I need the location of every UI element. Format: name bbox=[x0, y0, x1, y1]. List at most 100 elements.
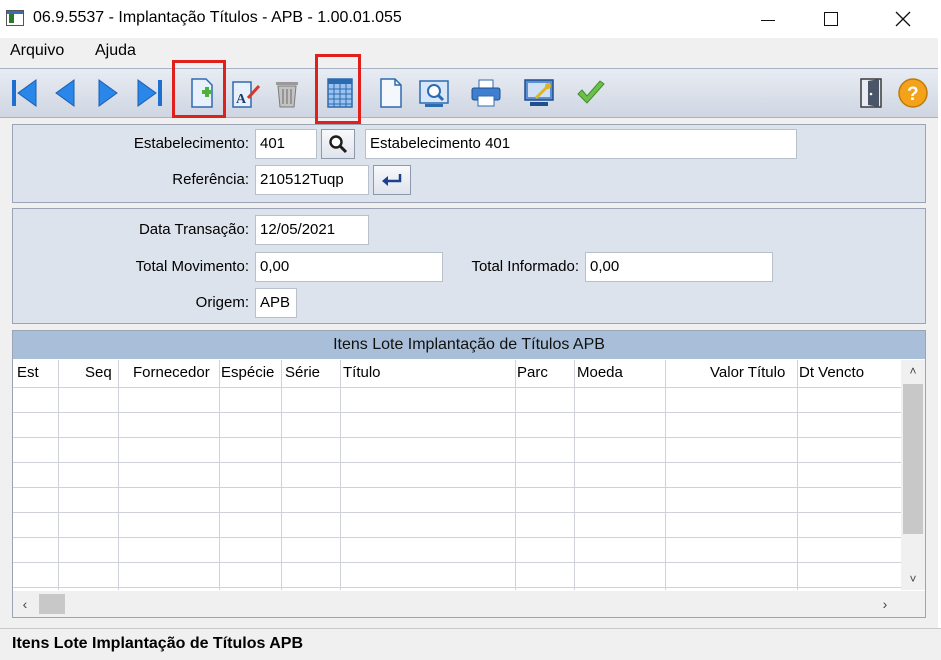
exit-button[interactable] bbox=[852, 74, 890, 112]
status-bar: Itens Lote Implantação de Títulos APB bbox=[0, 628, 941, 660]
maximize-button[interactable] bbox=[803, 0, 859, 38]
last-icon bbox=[137, 79, 162, 107]
window-title: 06.9.5537 - Implantação Títulos - APB - … bbox=[33, 9, 402, 26]
column-header-dt-vencto[interactable]: Dt Vencto bbox=[799, 364, 864, 381]
previous-record-button[interactable] bbox=[46, 74, 84, 112]
column-header-especie[interactable]: Espécie bbox=[221, 364, 274, 381]
estabelecimento-description: Estabelecimento 401 bbox=[365, 129, 797, 159]
column-divider bbox=[118, 360, 119, 590]
new-document-button[interactable] bbox=[372, 74, 410, 112]
column-header-valor-titulo[interactable]: Valor Título bbox=[710, 364, 785, 381]
transaction-panel: Data Transação: 12/05/2021 Total Movimen… bbox=[12, 208, 926, 324]
column-divider bbox=[58, 360, 59, 590]
edit-icon: A bbox=[232, 81, 261, 108]
exit-door-icon bbox=[860, 78, 882, 108]
help-button[interactable]: ? bbox=[894, 74, 932, 112]
row-divider bbox=[13, 437, 901, 438]
origem-label: Origem: bbox=[195, 294, 249, 311]
help-icon: ? bbox=[898, 78, 928, 108]
maximize-icon bbox=[824, 12, 838, 26]
horizontal-scrollbar[interactable]: ‹ › bbox=[13, 591, 925, 617]
vertical-scrollbar[interactable]: ˄ ˅ bbox=[901, 360, 925, 590]
data-transacao-label: Data Transação: bbox=[138, 221, 249, 238]
column-header-parc[interactable]: Parc bbox=[517, 364, 548, 381]
enter-button[interactable] bbox=[373, 165, 411, 195]
search-button[interactable] bbox=[321, 129, 355, 159]
printer-icon bbox=[471, 79, 501, 107]
column-header-serie[interactable]: Série bbox=[285, 364, 320, 381]
column-divider bbox=[515, 360, 516, 590]
preview-button[interactable] bbox=[415, 74, 453, 112]
row-divider bbox=[13, 462, 901, 463]
row-divider bbox=[13, 587, 901, 588]
total-informado-input[interactable]: 0,00 bbox=[585, 252, 773, 282]
row-divider bbox=[13, 387, 901, 388]
column-header-fornecedor[interactable]: Fornecedor bbox=[133, 364, 210, 381]
referencia-label: Referência: bbox=[172, 171, 249, 188]
highlight-grid-view bbox=[315, 54, 361, 124]
search-icon bbox=[329, 135, 348, 154]
svg-text:A: A bbox=[236, 92, 247, 107]
minimize-button[interactable] bbox=[740, 0, 796, 38]
column-divider bbox=[665, 360, 666, 590]
total-movimento-label: Total Movimento: bbox=[135, 258, 249, 275]
row-divider bbox=[13, 512, 901, 513]
horizontal-scroll-thumb[interactable] bbox=[39, 594, 65, 614]
header-panel: Estabelecimento: 401 Estabelecimento 401… bbox=[12, 124, 926, 203]
column-divider bbox=[797, 360, 798, 590]
estabelecimento-input[interactable]: 401 bbox=[255, 129, 317, 159]
row-divider bbox=[13, 537, 901, 538]
previous-icon bbox=[55, 79, 75, 107]
row-divider bbox=[13, 412, 901, 413]
referencia-input[interactable]: 210512Tuqp bbox=[255, 165, 369, 195]
grid-caption: Itens Lote Implantação de Títulos APB bbox=[13, 331, 925, 359]
svg-text:?: ? bbox=[907, 84, 919, 105]
origem-input[interactable]: APB bbox=[255, 288, 297, 318]
column-header-titulo[interactable]: Título bbox=[343, 364, 381, 381]
app-window: 06.9.5537 - Implantação Títulos - APB - … bbox=[0, 0, 941, 660]
column-header-est[interactable]: Est bbox=[17, 364, 39, 381]
scroll-left-icon[interactable]: ‹ bbox=[13, 591, 37, 617]
data-transacao-input[interactable]: 12/05/2021 bbox=[255, 215, 369, 245]
computer-key-icon bbox=[524, 79, 554, 106]
edit-record-button[interactable]: A bbox=[226, 74, 264, 112]
title-bar: 06.9.5537 - Implantação Títulos - APB - … bbox=[0, 0, 941, 38]
close-icon bbox=[895, 11, 911, 27]
scroll-down-icon[interactable]: ˅ bbox=[901, 568, 925, 590]
document-icon bbox=[380, 78, 402, 108]
delete-record-button[interactable] bbox=[268, 74, 306, 112]
configure-button[interactable] bbox=[520, 74, 558, 112]
menu-ajuda[interactable]: Ajuda bbox=[95, 42, 136, 60]
scroll-right-icon[interactable]: › bbox=[873, 591, 897, 617]
column-header-moeda[interactable]: Moeda bbox=[577, 364, 623, 381]
column-header-seq[interactable]: Seq bbox=[85, 364, 112, 381]
total-informado-label: Total Informado: bbox=[471, 258, 579, 275]
column-divider bbox=[574, 360, 575, 590]
total-movimento-input[interactable]: 0,00 bbox=[255, 252, 443, 282]
menu-arquivo[interactable]: Arquivo bbox=[10, 42, 64, 60]
column-divider bbox=[219, 360, 220, 590]
trash-icon bbox=[276, 82, 298, 108]
print-button[interactable] bbox=[467, 74, 505, 112]
scroll-up-icon[interactable]: ˄ bbox=[901, 360, 925, 382]
close-button[interactable] bbox=[875, 0, 931, 38]
row-divider bbox=[13, 487, 901, 488]
toolbar: A ? bbox=[0, 68, 938, 118]
next-icon bbox=[98, 79, 118, 107]
estabelecimento-label: Estabelecimento: bbox=[133, 135, 249, 152]
vertical-scroll-thumb[interactable] bbox=[903, 384, 923, 534]
menu-bar: Arquivo Ajuda bbox=[0, 38, 941, 66]
last-record-button[interactable] bbox=[130, 74, 168, 112]
first-record-button[interactable] bbox=[6, 74, 44, 112]
highlight-add-record bbox=[172, 60, 226, 118]
confirm-button[interactable] bbox=[572, 74, 610, 112]
row-divider bbox=[13, 562, 901, 563]
app-icon[interactable] bbox=[6, 10, 24, 26]
column-divider bbox=[281, 360, 282, 590]
column-divider bbox=[340, 360, 341, 590]
next-record-button[interactable] bbox=[89, 74, 127, 112]
first-icon bbox=[12, 79, 37, 107]
minimize-icon bbox=[761, 19, 775, 21]
items-grid: Itens Lote Implantação de Títulos APB Es… bbox=[12, 330, 926, 618]
grid-header: Est Seq Fornecedor Espécie Série Título … bbox=[13, 360, 901, 388]
